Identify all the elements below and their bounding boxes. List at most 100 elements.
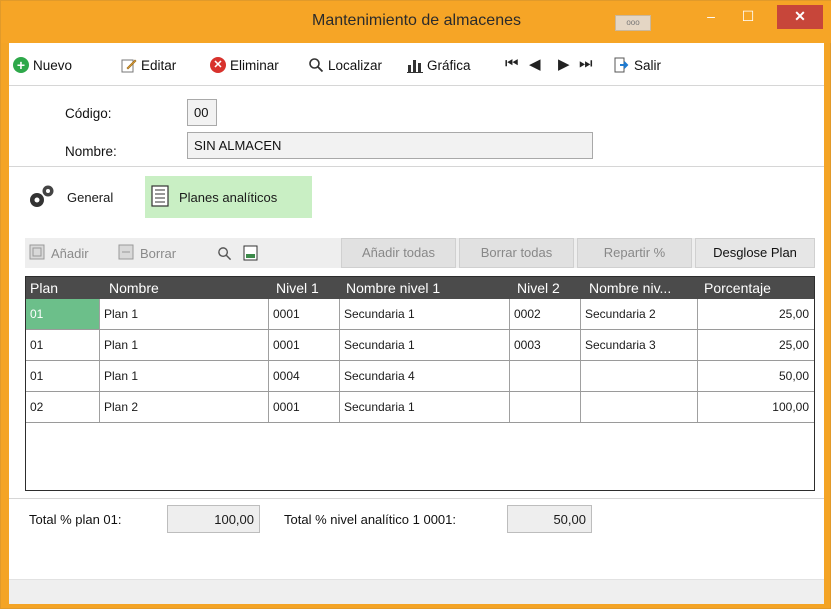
toolbar-divider	[9, 85, 824, 86]
cell-plan[interactable]: 02	[26, 392, 100, 422]
last-record-icon[interactable]: ⏭	[579, 55, 593, 72]
cell-level1[interactable]: 0001	[269, 299, 340, 329]
plans-toolbar: Añadir Borrar Añadir todas Borrar todas …	[25, 238, 815, 268]
column-header-level2-name[interactable]: Nombre niv...	[589, 280, 671, 296]
add-label: Añadir	[51, 245, 89, 261]
cell-level1[interactable]: 0004	[269, 361, 340, 391]
cell-name[interactable]: Plan 2	[100, 392, 269, 422]
column-header-level1[interactable]: Nivel 1	[276, 280, 319, 296]
exit-button[interactable]: Salir	[614, 55, 661, 75]
cell-level1[interactable]: 0001	[269, 330, 340, 360]
plan-breakdown-button[interactable]: Desglose Plan	[695, 238, 815, 268]
delete-label: Eliminar	[230, 57, 279, 73]
cell-level2-name[interactable]	[581, 392, 698, 422]
app-window: Mantenimiento de almacenes ooo – ☐ ✕ + N…	[0, 0, 831, 609]
locate-button[interactable]: Localizar	[308, 55, 382, 75]
status-strip	[9, 579, 824, 604]
main-toolbar: + Nuevo Editar ✕ Eliminar Localizar Gráf…	[9, 43, 824, 85]
grid-divider	[9, 498, 824, 499]
remove-icon	[118, 244, 134, 263]
exit-label: Salir	[634, 57, 662, 73]
plus-icon: +	[13, 57, 29, 73]
level-total-label: Total % nivel analítico 1 0001:	[284, 512, 456, 527]
edit-button[interactable]: Editar	[121, 55, 176, 75]
table-row[interactable]: 01 Plan 1 0001 Secundaria 1 0002 Secunda…	[26, 299, 814, 330]
plans-grid[interactable]: Plan Nombre Nivel 1 Nombre nivel 1 Nivel…	[25, 276, 815, 491]
cell-percentage[interactable]: 50,00	[698, 361, 814, 391]
plan-total-label: Total % plan 01:	[29, 512, 122, 527]
cell-plan[interactable]: 01	[26, 330, 100, 360]
chart-label: Gráfica	[427, 57, 471, 73]
column-header-percentage[interactable]: Porcentaje	[704, 280, 771, 296]
export-icon[interactable]	[243, 238, 258, 268]
new-label: Nuevo	[33, 57, 73, 73]
level-total-value: 50,00	[507, 505, 592, 533]
tab-analytic-plans[interactable]: Planes analíticos	[145, 176, 312, 218]
first-record-icon[interactable]: ⏮	[505, 55, 519, 72]
chart-button[interactable]: Gráfica	[407, 55, 471, 75]
gears-icon	[27, 182, 57, 213]
code-field[interactable]: 00	[187, 99, 217, 126]
column-header-name[interactable]: Nombre	[109, 280, 159, 296]
list-icon	[151, 184, 169, 210]
add-icon	[29, 244, 45, 263]
column-header-plan[interactable]: Plan	[30, 280, 58, 296]
column-header-level1-name[interactable]: Nombre nivel 1	[346, 280, 440, 296]
column-header-level2[interactable]: Nivel 2	[517, 280, 560, 296]
previous-record-icon[interactable]: ◀	[529, 55, 541, 73]
bar-chart-icon	[407, 57, 423, 73]
cell-level2-name[interactable]: Secundaria 3	[581, 330, 698, 360]
remove-button[interactable]: Borrar	[118, 238, 176, 268]
cell-percentage[interactable]: 25,00	[698, 330, 814, 360]
maximize-button[interactable]: ☐	[731, 5, 765, 29]
cell-level1-name[interactable]: Secundaria 1	[340, 299, 510, 329]
exit-icon	[614, 57, 630, 73]
grid-header: Plan Nombre Nivel 1 Nombre nivel 1 Nivel…	[26, 277, 814, 299]
table-row[interactable]: 01 Plan 1 0001 Secundaria 1 0003 Secunda…	[26, 330, 814, 361]
cell-level2[interactable]: 0002	[510, 299, 581, 329]
code-label: Código:	[65, 106, 112, 121]
cell-plan[interactable]: 01	[26, 361, 100, 391]
client-area: + Nuevo Editar ✕ Eliminar Localizar Gráf…	[9, 43, 824, 604]
cell-level1-name[interactable]: Secundaria 4	[340, 361, 510, 391]
form-divider	[9, 166, 824, 167]
title-bar[interactable]: Mantenimiento de almacenes ooo – ☐ ✕	[1, 1, 831, 43]
add-all-button[interactable]: Añadir todas	[341, 238, 456, 268]
cell-level1-name[interactable]: Secundaria 1	[340, 392, 510, 422]
close-button[interactable]: ✕	[777, 5, 823, 29]
search-icon	[308, 57, 324, 73]
grid-search-icon[interactable]	[217, 238, 232, 268]
cell-level1-name[interactable]: Secundaria 1	[340, 330, 510, 360]
tab-general[interactable]: General	[21, 176, 119, 218]
delete-button[interactable]: ✕ Eliminar	[210, 55, 279, 75]
edit-label: Editar	[141, 57, 177, 73]
locate-label: Localizar	[328, 57, 383, 73]
new-button[interactable]: + Nuevo	[13, 55, 72, 75]
cell-level2[interactable]: 0003	[510, 330, 581, 360]
cell-level2[interactable]	[510, 361, 581, 391]
next-record-icon[interactable]: ▶	[558, 55, 570, 73]
table-row[interactable]: 02 Plan 2 0001 Secundaria 1 100,00	[26, 392, 814, 423]
cell-percentage[interactable]: 100,00	[698, 392, 814, 422]
cell-level2[interactable]	[510, 392, 581, 422]
name-label: Nombre:	[65, 144, 117, 159]
cell-level1[interactable]: 0001	[269, 392, 340, 422]
remove-label: Borrar	[140, 245, 177, 261]
name-field[interactable]: SIN ALMACEN	[187, 132, 593, 159]
cell-level2-name[interactable]	[581, 361, 698, 391]
edit-icon	[121, 57, 137, 73]
cell-name[interactable]: Plan 1	[100, 330, 269, 360]
title-extra-button[interactable]: ooo	[615, 15, 651, 31]
add-button[interactable]: Añadir	[29, 238, 89, 268]
tab-analytic-plans-label: Planes analíticos	[179, 189, 278, 205]
cell-name[interactable]: Plan 1	[100, 299, 269, 329]
remove-all-button[interactable]: Borrar todas	[459, 238, 574, 268]
table-row[interactable]: 01 Plan 1 0004 Secundaria 4 50,00	[26, 361, 814, 392]
cell-percentage[interactable]: 25,00	[698, 299, 814, 329]
cell-level2-name[interactable]: Secundaria 2	[581, 299, 698, 329]
cell-plan[interactable]: 01	[26, 299, 100, 329]
cell-name[interactable]: Plan 1	[100, 361, 269, 391]
tab-general-label: General	[67, 189, 114, 205]
distribute-percent-button[interactable]: Repartir %	[577, 238, 692, 268]
minimize-button[interactable]: –	[694, 5, 728, 29]
